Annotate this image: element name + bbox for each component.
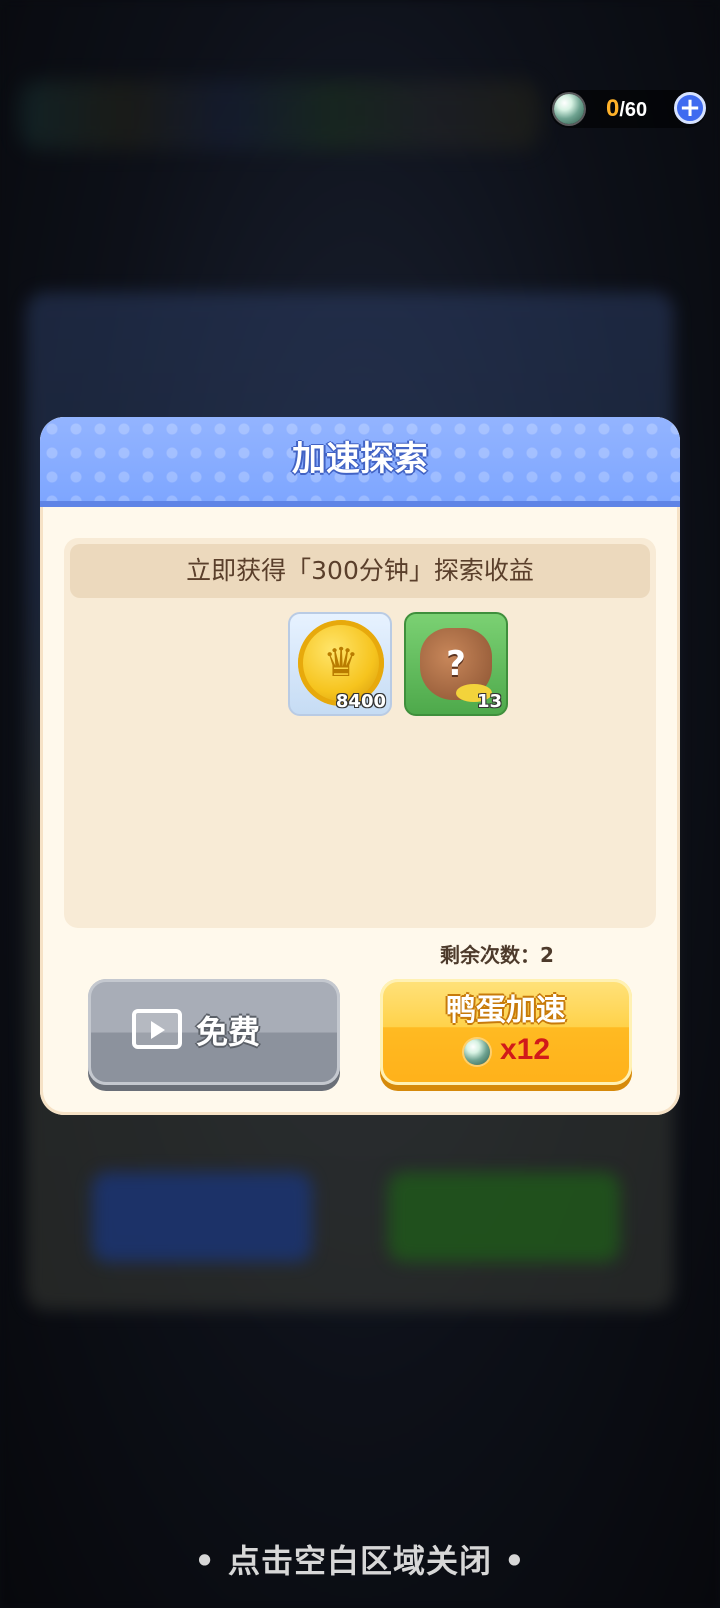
duck-egg-icon [464,1039,490,1065]
free-button-label: 免费 [196,1013,261,1051]
reward-count: 8400 [335,691,386,712]
video-play-icon [132,1009,182,1049]
add-currency-plus-icon[interactable]: + [674,92,706,124]
tap-blank-to-close-hint: • 点击空白区域关闭 • [194,1542,526,1580]
reward-banner: 立即获得「300分钟」探索收益 [70,544,650,598]
reward-panel: 立即获得「300分钟」探索收益 ♛ 8400 ? 13 [64,538,656,928]
currency-max: /60 [619,99,648,121]
dialog-title: 加速探索 [292,439,428,479]
remaining-count-label: 剩余次数：2 [440,943,554,967]
egg-button-label: 鸭蛋加速 [446,993,566,1028]
blurred-background-button-blue [92,1172,312,1262]
reward-item-bag[interactable]: ? 13 [404,612,508,716]
blurred-background-button-green [388,1172,620,1262]
currency-current: 0 [606,95,620,122]
currency-amount: 0/60 [606,94,647,125]
egg-speed-up-button[interactable]: 鸭蛋加速 x12 [380,979,632,1085]
speed-up-explore-dialog: 加速探索 立即获得「300分钟」探索收益 ♛ 8400 ? 13 剩余次数：2 … [40,417,680,1115]
free-watch-ad-button[interactable]: 免费 [88,979,340,1085]
blurred-top-bar [20,80,540,150]
egg-currency-counter: 0/60 + [550,90,706,128]
egg-button-cost: x12 [500,1033,551,1066]
reward-count: 13 [476,691,502,712]
duck-egg-icon [554,94,584,124]
reward-item-coin[interactable]: ♛ 8400 [288,612,392,716]
